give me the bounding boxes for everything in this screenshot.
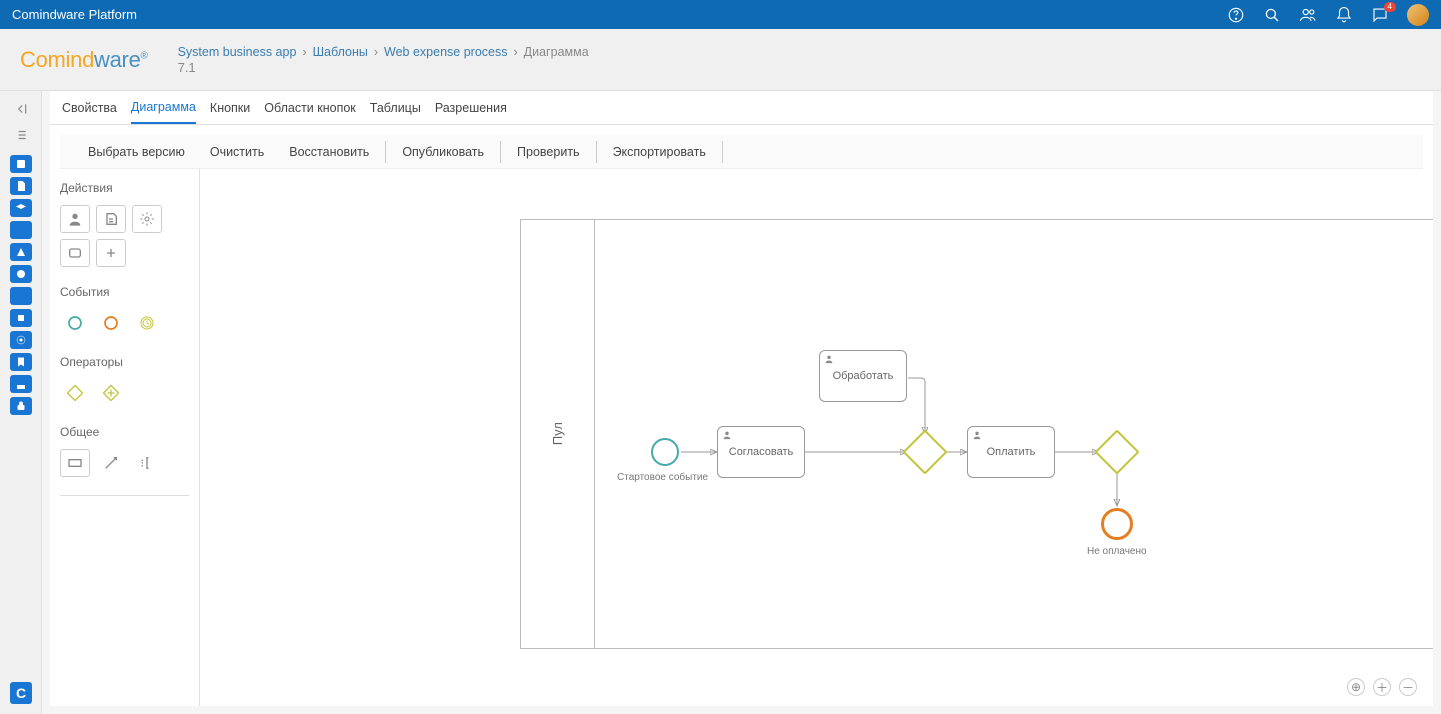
rail-item-2[interactable] [10,177,32,195]
end-event[interactable] [1101,508,1133,540]
crumb-3: Диаграмма [524,45,589,59]
bell-icon[interactable] [1335,6,1353,24]
pal-pool-icon[interactable] [60,449,90,477]
rail-item-3[interactable] [10,199,32,217]
task-process[interactable]: Обработать [819,350,907,402]
app-title: Comindware Platform [12,7,137,22]
pal-parallel-gateway-icon[interactable] [96,379,126,407]
toolbar: Выбрать версию Очистить Восстановить Опу… [60,135,1423,169]
tab-button-areas[interactable]: Области кнопок [264,93,356,123]
users-icon[interactable] [1299,6,1317,24]
zoom-out-icon[interactable]: － [1399,678,1417,696]
tab-diagram[interactable]: Диаграмма [131,92,196,124]
rail-item-9[interactable] [10,331,32,349]
pal-gateway-icon[interactable] [60,379,90,407]
task-approve[interactable]: Согласовать [717,426,805,478]
pal-user-task-icon[interactable] [60,205,90,233]
side-rail [0,91,42,714]
crumb-0[interactable]: System business app [178,45,297,59]
rail-collapse-icon[interactable] [11,99,31,119]
chat-icon[interactable]: 4 [1371,6,1389,24]
gateway-1[interactable] [902,429,947,474]
pal-general-title: Общее [60,425,189,439]
pool-header[interactable]: Пул [521,220,595,648]
pool[interactable]: Пул [520,219,1433,649]
rail-item-5[interactable] [10,243,32,261]
pal-operators-title: Операторы [60,355,189,369]
rail-item-11[interactable] [10,375,32,393]
pal-timer-event-icon[interactable] [132,309,162,337]
pal-task-icon[interactable] [60,239,90,267]
app-launcher-button[interactable]: C [10,682,32,704]
pal-start-event-icon[interactable] [60,309,90,337]
rail-item-12[interactable] [10,397,32,415]
tab-buttons[interactable]: Кнопки [210,93,250,123]
help-icon[interactable] [1227,6,1245,24]
pal-flow-icon[interactable] [96,449,126,477]
tool-export[interactable]: Экспортировать [601,141,723,163]
palette: Действия События Операторы [50,169,200,706]
avatar[interactable] [1407,4,1429,26]
rail-list-icon[interactable] [11,125,31,145]
tabs: Свойства Диаграмма Кнопки Области кнопок… [50,91,1433,125]
tool-select-version[interactable]: Выбрать версию [76,141,198,163]
rail-item-4[interactable] [10,221,32,239]
start-label: Стартовое событие [617,472,708,483]
start-event[interactable] [651,438,679,466]
pal-annotation-icon[interactable] [132,449,162,477]
tool-check[interactable]: Проверить [505,141,597,163]
gateway-2[interactable] [1094,429,1139,474]
tab-tables[interactable]: Таблицы [370,93,421,123]
zoom-in-icon[interactable]: ＋ [1373,678,1391,696]
tab-properties[interactable]: Свойства [62,93,117,123]
pal-actions-title: Действия [60,181,189,195]
search-icon[interactable] [1263,6,1281,24]
rail-item-6[interactable] [10,265,32,283]
canvas[interactable]: Пул [200,169,1433,706]
zoom-fit-icon[interactable]: ⊕ [1347,678,1365,696]
rail-item-1[interactable] [10,155,32,173]
pal-end-event-icon[interactable] [96,309,126,337]
tool-restore[interactable]: Восстановить [277,141,386,163]
user-icon [972,430,982,443]
user-icon [824,354,834,367]
content: Свойства Диаграмма Кнопки Области кнопок… [50,91,1433,706]
task-pay[interactable]: Оплатить [967,426,1055,478]
zoom-controls: ⊕ ＋ － [1347,678,1417,696]
pal-subprocess-icon[interactable] [96,239,126,267]
crumb-2[interactable]: Web expense process [384,45,507,59]
top-bar-icons: 4 [1227,4,1429,26]
breadcrumb: System business app› Шаблоны› Web expens… [178,45,589,59]
pal-script-task-icon[interactable] [96,205,126,233]
rail-item-8[interactable] [10,309,32,327]
tab-permissions[interactable]: Разрешения [435,93,507,123]
notif-badge: 4 [1384,2,1396,12]
pal-service-task-icon[interactable] [132,205,162,233]
tool-clear[interactable]: Очистить [198,141,277,163]
rail-item-7[interactable] [10,287,32,305]
top-bar: Comindware Platform 4 [0,0,1441,29]
version: 7.1 [178,60,589,75]
pal-events-title: События [60,285,189,299]
logo: Comindware® [20,47,148,73]
crumb-1[interactable]: Шаблоны [313,45,368,59]
end-label: Не оплачено [1087,546,1147,557]
user-icon [722,430,732,443]
tool-publish[interactable]: Опубликовать [390,141,501,163]
header: Comindware® System business app› Шаблоны… [0,29,1441,91]
rail-item-10[interactable] [10,353,32,371]
